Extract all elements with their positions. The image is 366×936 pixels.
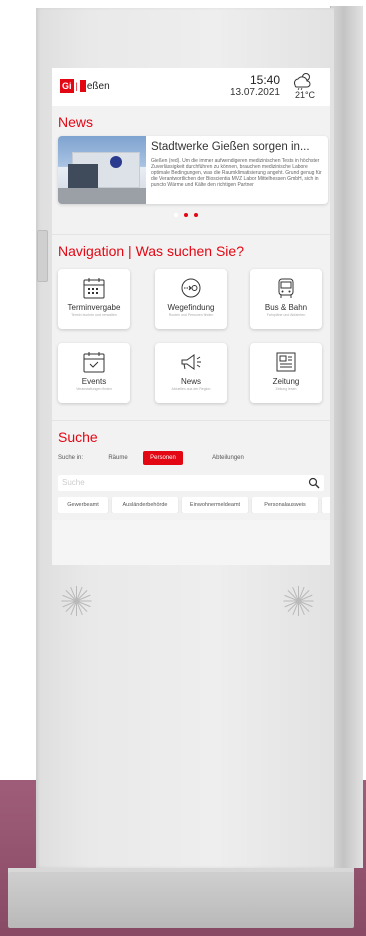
tile-bus-bahn[interactable]: Bus & Bahn Fahrpläne und Abfahrten [250, 269, 322, 329]
status-bar: Gi | eßen 15:40 13.07.2021 21°C [52, 68, 330, 106]
suggestion-chips: Gewerbeamt Ausländerbehörde Einwohnermel… [58, 497, 330, 513]
carousel-dot[interactable] [174, 213, 178, 217]
navigation-section: Navigation | Was suchen Sie? Terminverga… [52, 234, 330, 421]
chip-auslaenderbehoerde[interactable]: Ausländerbehörde [112, 497, 178, 513]
tile-zeitung[interactable]: Zeitung Zeitung lesen [250, 343, 322, 403]
megaphone-icon [181, 354, 201, 370]
chip-gewerbeamt[interactable]: Gewerbeamt [58, 497, 108, 513]
news-title: News [58, 114, 94, 130]
news-headline: Stadtwerke Gießen sorgen in... [151, 141, 310, 153]
tile-events[interactable]: Events Veranstaltungen finden [58, 343, 130, 403]
kiosk-screen: Gi | eßen 15:40 13.07.2021 21°C News Sta… [52, 68, 330, 565]
search-placeholder: Suche [62, 478, 85, 487]
tile-terminvergabe[interactable]: Terminvergabe Termin buchen und verwalte… [58, 269, 130, 329]
news-card[interactable]: Stadtwerke Gießen sorgen in... Gießen (r… [58, 136, 328, 204]
calendar-icon [83, 278, 105, 299]
bus-icon [278, 278, 294, 298]
clock-date: 13.07.2021 [229, 87, 280, 98]
tile-news[interactable]: News Aktuelles aus der Region [155, 343, 227, 403]
city-logo[interactable]: Gi | eßen [60, 79, 110, 93]
search-title: Suche [58, 429, 98, 445]
chip-more[interactable] [322, 497, 330, 513]
calendar-check-icon [83, 352, 105, 373]
newspaper-icon [276, 352, 296, 372]
chip-einwohnermeldeamt[interactable]: Einwohnermeldeamt [182, 497, 248, 513]
temperature: 21°C [294, 90, 316, 100]
filter-abteilungen[interactable]: Abteilungen [206, 451, 250, 465]
cloud-sun-rain-icon [293, 73, 311, 90]
speaker-right-icon [283, 586, 314, 616]
navigation-title: Navigation | Was suchen Sie? [58, 243, 244, 259]
filter-personen[interactable]: Personen [143, 451, 183, 465]
kiosk-base [8, 872, 354, 928]
kiosk-handle [37, 230, 48, 282]
carousel-dots [174, 213, 198, 217]
news-body: Gießen (red). Um die immer aufwendigeren… [151, 158, 322, 188]
clock-time: 15:40 [249, 73, 280, 87]
kiosk-side [330, 6, 363, 868]
search-section: Suche Suche in: Räume Personen Abteilung… [52, 420, 330, 521]
search-in-label: Suche in: [58, 455, 84, 461]
search-icon[interactable] [308, 477, 320, 489]
news-section: News Stadtwerke Gießen sorgen in... Gieß… [52, 106, 330, 234]
tile-wegefindung[interactable]: Wegefindung Routen und Personen finden [155, 269, 227, 329]
carousel-dot[interactable] [194, 213, 198, 217]
screen-footer [52, 520, 330, 565]
carousel-dot[interactable] [184, 213, 188, 217]
filter-raeume[interactable]: Räume [100, 451, 136, 465]
news-image [58, 136, 146, 204]
chip-personalausweis[interactable]: Personalausweis [252, 497, 318, 513]
speaker-left-icon [61, 586, 92, 616]
route-icon [181, 278, 201, 298]
search-input[interactable]: Suche [58, 475, 324, 491]
